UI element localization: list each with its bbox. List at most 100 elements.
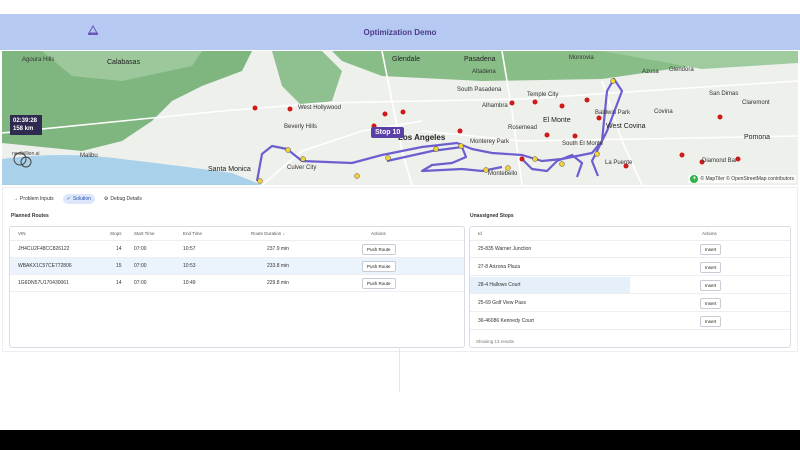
- table-row[interactable]: JH4CU2F48CC826122 14 07:00 10:57 237.9 m…: [10, 241, 464, 258]
- col-stops[interactable]: Stops: [110, 227, 122, 240]
- map-label: Covina: [654, 109, 673, 115]
- unassigned-stops-title: Unassigned Stops: [470, 213, 514, 219]
- col-end-time[interactable]: End Time: [183, 227, 202, 240]
- map-attribution: + © MapTiler © OpenStreetMap contributor…: [688, 175, 796, 183]
- map-label: Beverly Hills: [284, 124, 318, 130]
- stop-tooltip: Stop 10: [371, 127, 405, 138]
- brand-logo-icon: [13, 152, 32, 168]
- map-label: Alhambra: [482, 103, 508, 109]
- push-route-button[interactable]: Push Route: [362, 277, 396, 289]
- map-label: Azusa: [642, 69, 659, 75]
- tab-label: Solution: [72, 196, 91, 202]
- route-duration: 229.8 min: [267, 280, 289, 286]
- map-label: Santa Monica: [208, 166, 251, 173]
- planned-routes-title: Planned Routes: [11, 213, 49, 219]
- stop-id: 28-4 Hallows Court: [478, 282, 521, 288]
- tab-label: Problem Inputs: [20, 196, 54, 202]
- page-title: Optimization Demo: [363, 27, 437, 37]
- list-item[interactable]: 36-46086 Kennedy Court Insert: [470, 313, 790, 330]
- vin: WBAKX1C57CE772806: [18, 263, 72, 269]
- map-label: San Dimas: [709, 91, 739, 97]
- planned-routes-table: VIN Stops Start Time End Time Route Dura…: [9, 226, 465, 348]
- map-label: West Hollywood: [298, 105, 341, 111]
- map-label: Pomona: [744, 134, 771, 141]
- vin: JH4CU2F48CC826122: [18, 246, 70, 252]
- col-actions: Actions: [371, 231, 386, 236]
- attribution-text[interactable]: © MapTiler © OpenStreetMap contributors: [700, 176, 794, 182]
- tab-debug-details[interactable]: ⚙ Debug Details: [100, 194, 146, 204]
- map-label: La Puente: [605, 160, 633, 166]
- map-label: Malibu: [80, 153, 98, 159]
- unassigned-stops-table: Id Actions 25-835 Warner Junction Insert…: [469, 226, 791, 348]
- stops: 14: [116, 280, 122, 286]
- stops: 15: [116, 263, 122, 269]
- start-time: 07:00: [134, 246, 147, 252]
- map-label: Rosemead: [508, 125, 538, 131]
- table-row[interactable]: WBAKX1C57CE772806 15 07:00 10:53 233.8 m…: [10, 258, 464, 275]
- insert-button[interactable]: Insert: [700, 261, 722, 273]
- tab-solution[interactable]: ✓ Solution: [62, 194, 95, 204]
- map-label: Calabasas: [107, 59, 141, 66]
- bottom-bar: [0, 430, 800, 450]
- list-item[interactable]: 25-69 Golf View Pass Insert: [470, 295, 790, 312]
- list-item[interactable]: 28-4 Hallows Court Insert: [470, 277, 790, 294]
- table-header: Id Actions: [470, 227, 790, 241]
- results-count: Showing 13 results: [476, 339, 515, 344]
- table-header: VIN Stops Start Time End Time Route Dura…: [10, 227, 464, 241]
- list-item[interactable]: 27-8 Arizona Plaza Insert: [470, 259, 790, 276]
- map-label: Montebello: [488, 171, 518, 177]
- map-label: South Pasadena: [457, 87, 502, 93]
- insert-button[interactable]: Insert: [700, 297, 722, 309]
- insert-button[interactable]: Insert: [700, 279, 722, 291]
- stop-id: 25-69 Golf View Pass: [478, 300, 526, 306]
- gear-icon: ⚙: [103, 196, 109, 202]
- route-duration: 237.9 min: [267, 246, 289, 252]
- col-id[interactable]: Id: [478, 227, 482, 240]
- list-item[interactable]: 25-835 Warner Junction Insert: [470, 241, 790, 258]
- col-vin[interactable]: VIN: [18, 227, 26, 240]
- stops: 14: [116, 246, 122, 252]
- tab-label: Debug Details: [110, 196, 142, 202]
- end-time: 10:57: [183, 246, 196, 252]
- map-label: Culver City: [287, 165, 317, 171]
- insert-button[interactable]: Insert: [700, 243, 722, 255]
- map-label: Baldwin Park: [595, 110, 631, 116]
- map-label: Temple City: [527, 92, 559, 98]
- app-logo-icon: [88, 24, 98, 35]
- stop-id: 25-835 Warner Junction: [478, 246, 532, 252]
- map-label: Glendora: [669, 67, 694, 73]
- map-label: Glendale: [392, 56, 421, 63]
- tab-bar: → Problem Inputs ✓ Solution ⚙ Debug Deta…: [9, 194, 146, 204]
- results-panel: → Problem Inputs ✓ Solution ⚙ Debug Deta…: [2, 187, 798, 352]
- map-label: El Monte: [543, 117, 571, 124]
- insert-button[interactable]: Insert: [700, 315, 722, 327]
- route-summary-box: 02:39:28 158 km: [10, 115, 42, 135]
- zoom-in-icon[interactable]: +: [690, 175, 699, 183]
- map-label: Claremont: [742, 100, 770, 106]
- route-total-time: 02:39:28: [13, 118, 38, 124]
- divider: [399, 348, 400, 392]
- map-label: Monterey Park: [470, 139, 510, 145]
- map-label: Monrovia: [569, 55, 594, 61]
- route-map[interactable]: Agoura Hills Calabasas Glendale Pasadena…: [2, 51, 798, 185]
- map-label: Agoura Hills: [22, 57, 55, 63]
- vin: 1G6DN57U170430061: [18, 280, 69, 286]
- map-label: Diamond Bar: [702, 158, 738, 164]
- start-time: 07:00: [134, 263, 147, 269]
- push-route-button[interactable]: Push Route: [362, 260, 396, 272]
- map-label: Pasadena: [464, 56, 496, 63]
- col-actions: Actions: [702, 231, 717, 236]
- end-time: 10:53: [183, 263, 196, 269]
- col-start-time[interactable]: Start Time: [134, 227, 155, 240]
- end-time: 10:49: [183, 280, 196, 286]
- app-header: Optimization Demo: [0, 14, 800, 50]
- arrow-icon: →: [13, 196, 18, 202]
- brand-logo: nextbillion.ai: [12, 151, 40, 181]
- tab-problem-inputs[interactable]: → Problem Inputs: [9, 194, 58, 204]
- stop-id: 27-8 Arizona Plaza: [478, 264, 520, 270]
- start-time: 07:00: [134, 280, 147, 286]
- table-row[interactable]: 1G6DN57U170430061 14 07:00 10:49 229.8 m…: [10, 275, 464, 292]
- map-label: Los Angeles: [398, 133, 446, 142]
- push-route-button[interactable]: Push Route: [362, 243, 396, 255]
- col-route-duration[interactable]: Route Duration ↓: [251, 227, 285, 240]
